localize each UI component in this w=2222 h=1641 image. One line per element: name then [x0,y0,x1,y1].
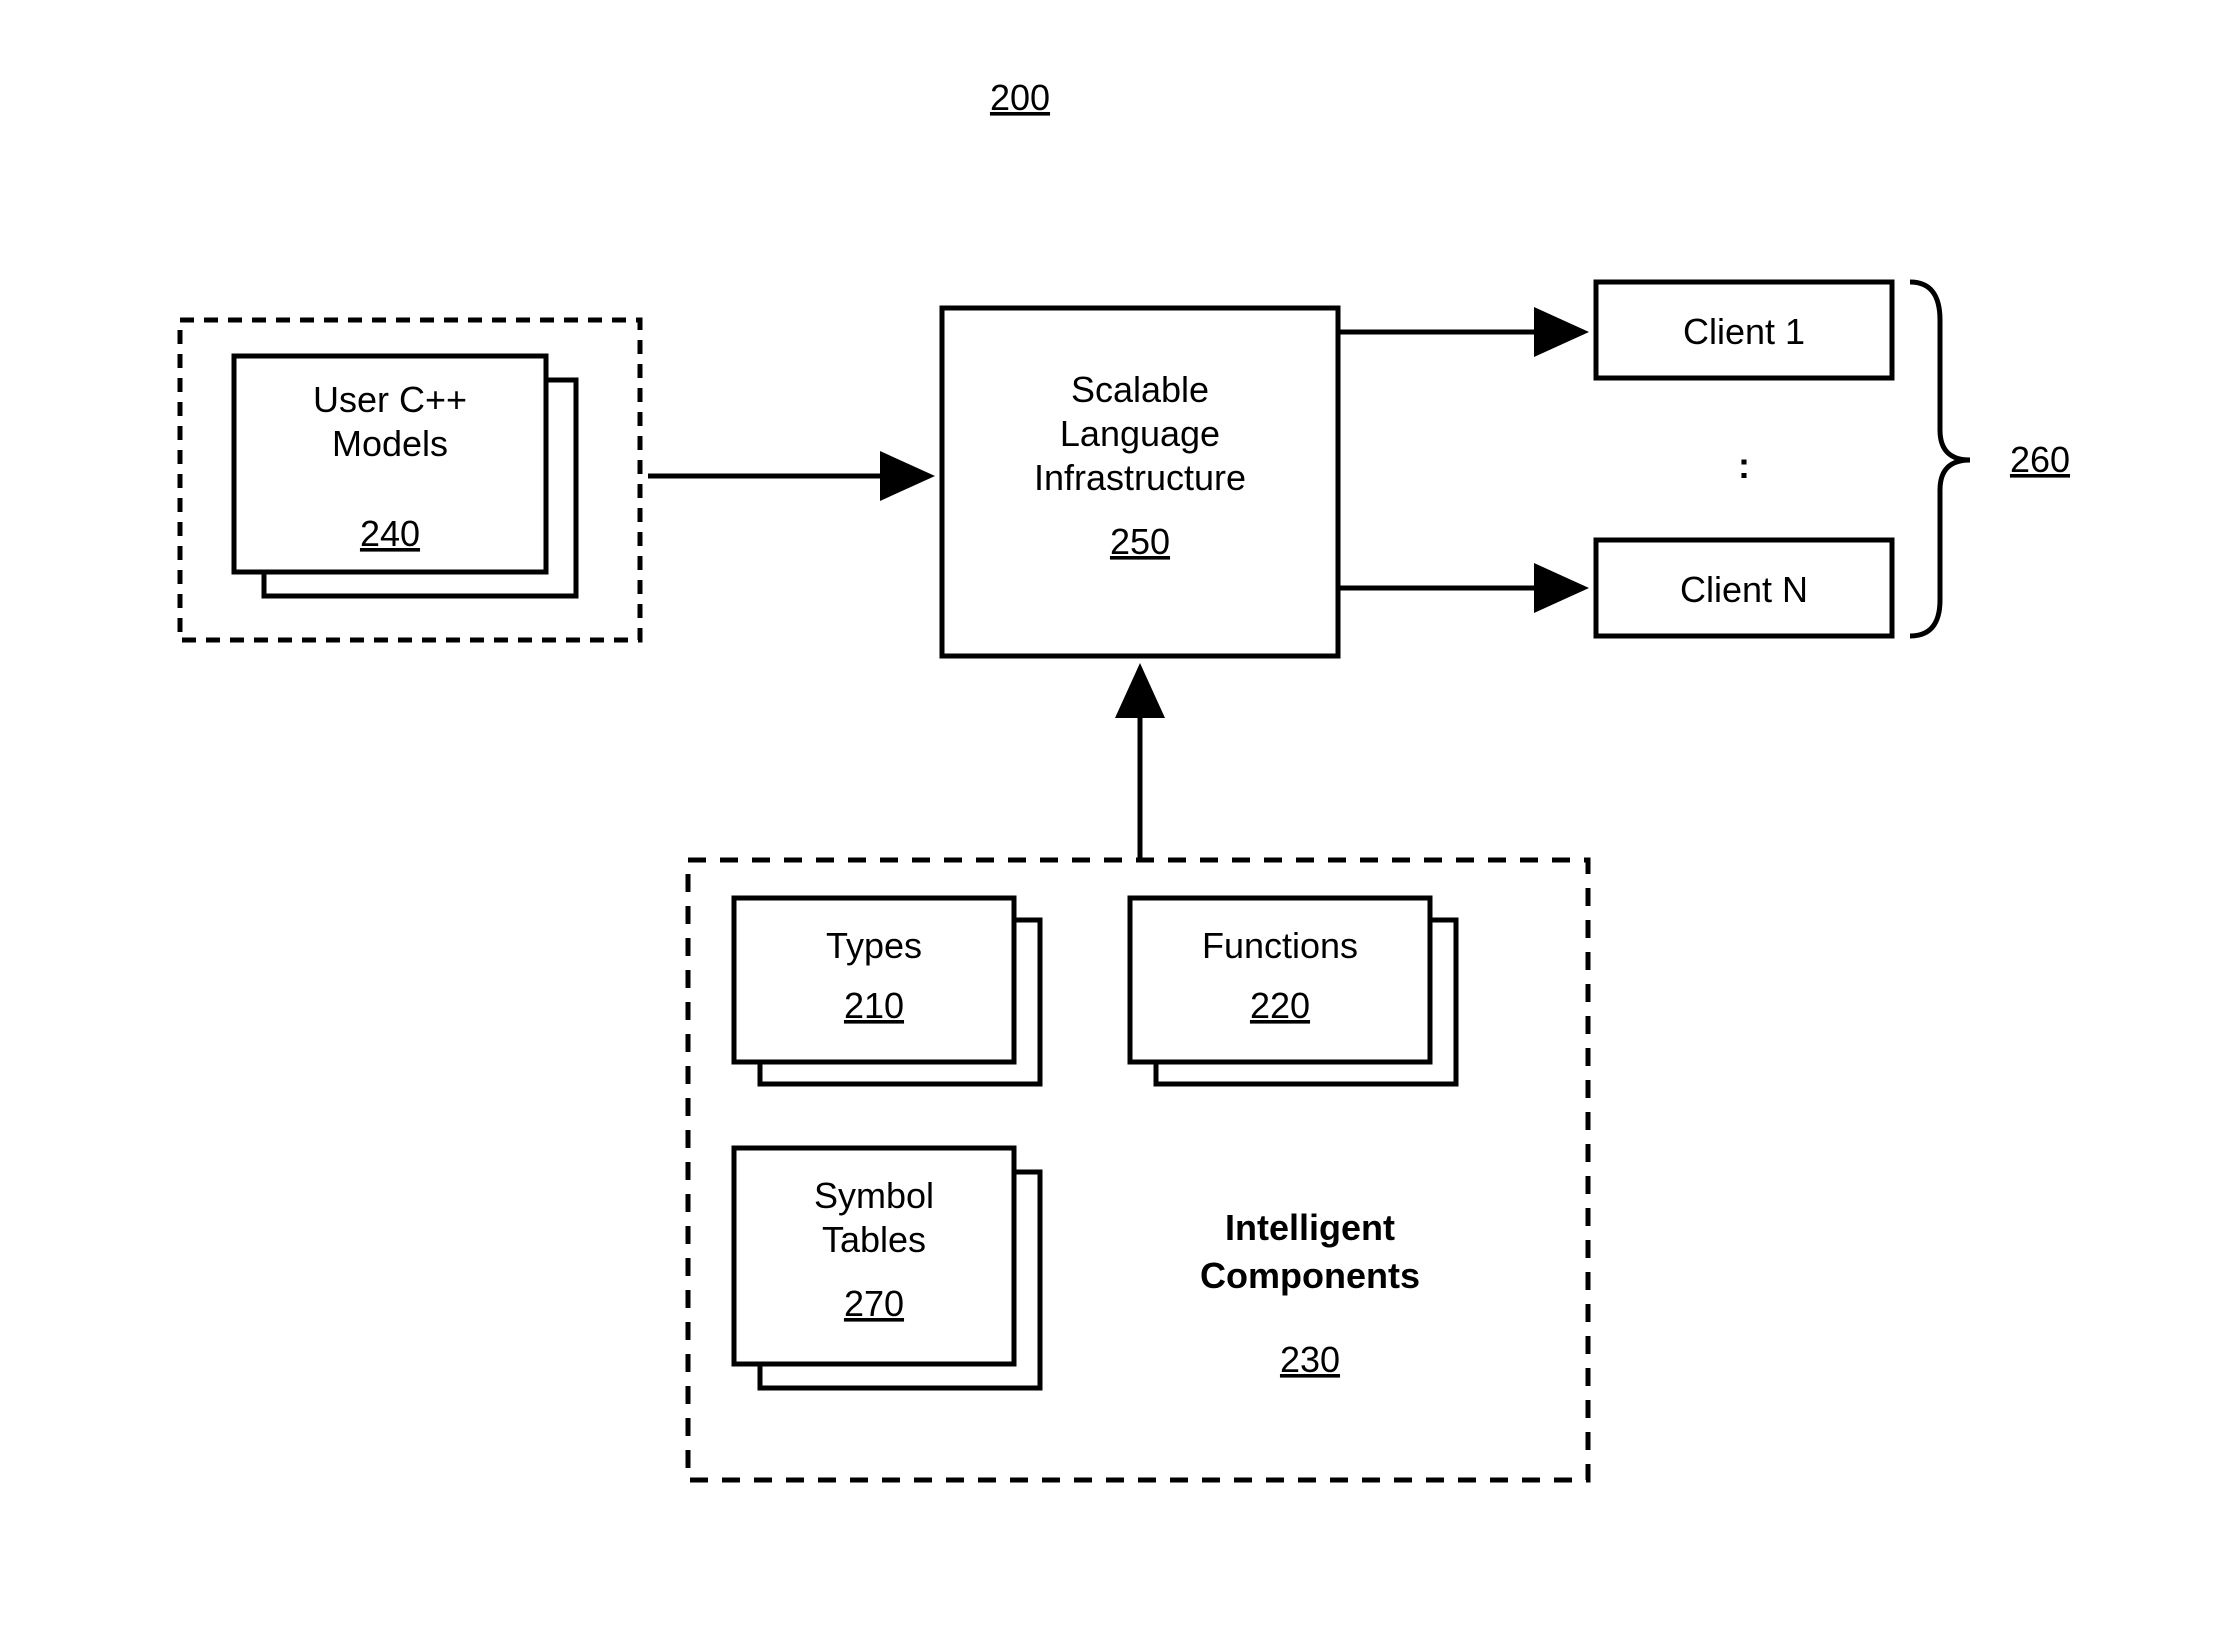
functions-ref: 220 [1250,985,1310,1026]
intelligent-title-2: Components [1200,1255,1420,1296]
clients-ref: 260 [2010,439,2070,480]
user-models-text-1: User C++ [313,379,467,420]
types-box-front [734,898,1014,1062]
symbol-tables-line1: Symbol [814,1175,934,1216]
functions-label: Functions [1202,925,1358,966]
intelligent-ref: 230 [1280,1339,1340,1380]
symbol-tables-ref: 270 [844,1283,904,1324]
architecture-diagram: 200 User C++ Models 240 Scalable Languag… [0,0,2222,1641]
symbol-tables-line2: Tables [822,1219,926,1260]
clients-brace [1910,282,1970,636]
functions-box-front [1130,898,1430,1062]
scalable-text-2: Language [1060,413,1220,454]
types-ref: 210 [844,985,904,1026]
scalable-ref: 250 [1110,521,1170,562]
scalable-text-1: Scalable [1071,369,1209,410]
intelligent-title-1: Intelligent [1225,1207,1395,1248]
figure-number: 200 [990,77,1050,118]
types-label: Types [826,925,922,966]
client-1-text: Client 1 [1683,311,1805,352]
scalable-text-3: Infrastructure [1034,457,1246,498]
client-n-text: Client N [1680,569,1808,610]
client-separator: : [1738,445,1750,486]
user-models-ref: 240 [360,513,420,554]
user-models-text-2: Models [332,423,448,464]
